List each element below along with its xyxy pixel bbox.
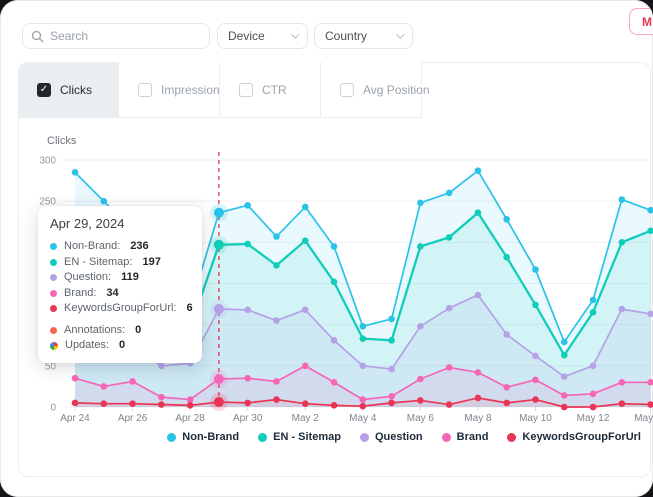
tooltip-row-label: Annotations: bbox=[64, 323, 125, 339]
legend-item-en-sitemap[interactable]: EN - Sitemap bbox=[258, 431, 341, 443]
tooltip-row: Question: 119 bbox=[50, 270, 190, 286]
tab-label: Impressions bbox=[161, 83, 226, 97]
search-box[interactable] bbox=[22, 23, 210, 49]
device-select[interactable]: Device bbox=[217, 23, 308, 49]
checkbox-checked-icon[interactable]: ✓ bbox=[37, 83, 51, 97]
tooltip-row-value: 6 bbox=[186, 301, 192, 317]
tooltip-row-label: Updates: bbox=[65, 338, 109, 354]
legend-label: KeywordsGroupForUrl bbox=[522, 431, 641, 443]
tooltip-row: EN - Sitemap: 197 bbox=[50, 255, 190, 271]
device-select-label: Device bbox=[228, 29, 265, 43]
tooltip-row-label: Non-Brand: bbox=[64, 239, 120, 255]
tab-ctr[interactable]: CTR bbox=[220, 62, 321, 118]
chevron-down-icon bbox=[291, 30, 299, 38]
series-dot-icon bbox=[50, 305, 57, 312]
tooltip-row-label: EN - Sitemap: bbox=[64, 255, 132, 271]
series-dot-icon bbox=[50, 243, 57, 250]
tooltip-row-label: Brand: bbox=[64, 286, 96, 302]
chart-title: Clicks bbox=[47, 135, 76, 147]
chart-tooltip: Apr 29, 2024 Non-Brand:236EN - Sitemap:1… bbox=[38, 206, 202, 363]
tooltip-row-value: 236 bbox=[130, 239, 148, 255]
legend-label: Brand bbox=[457, 431, 489, 443]
legend-item-non-brand[interactable]: Non-Brand bbox=[167, 431, 239, 443]
annotation-dot bbox=[50, 327, 57, 334]
checkbox-unchecked-icon[interactable] bbox=[340, 83, 354, 97]
legend-label: Question bbox=[375, 431, 423, 443]
legend-dot-icon bbox=[258, 433, 267, 442]
chevron-down-icon bbox=[396, 30, 404, 38]
tooltip-row-value: 197 bbox=[142, 255, 160, 271]
app-window: Device Country M ✓ Clicks Impressions CTR Av… bbox=[0, 0, 653, 497]
tooltip-row-value: 34 bbox=[106, 286, 118, 302]
tooltip-date: Apr 29, 2024 bbox=[50, 216, 190, 231]
tab-label: Avg Position bbox=[363, 83, 430, 97]
legend-item-brand[interactable]: Brand bbox=[442, 431, 489, 443]
tab-label: Clicks bbox=[60, 83, 92, 97]
legend-label: EN - Sitemap bbox=[273, 431, 341, 443]
tooltip-row: Annotations: 0 bbox=[50, 323, 190, 339]
checkbox-unchecked-icon[interactable] bbox=[239, 83, 253, 97]
tab-clicks[interactable]: ✓ Clicks bbox=[18, 62, 119, 118]
series-dot-icon bbox=[50, 290, 57, 297]
checkbox-unchecked-icon[interactable] bbox=[138, 83, 152, 97]
tooltip-row-value: 119 bbox=[121, 270, 139, 286]
country-select-label: Country bbox=[325, 29, 367, 43]
legend-dot-icon bbox=[167, 433, 176, 442]
tooltip-row: Updates: 0 bbox=[50, 338, 190, 354]
tooltip-row: Non-Brand: 236 bbox=[50, 239, 190, 255]
series-dot-icon bbox=[50, 274, 57, 281]
tooltip-row-value: 0 bbox=[135, 323, 141, 339]
tooltip-row-label: Question: bbox=[64, 270, 111, 286]
search-icon bbox=[31, 30, 44, 43]
tab-avg-position[interactable]: Avg Position bbox=[321, 62, 422, 118]
series-dot-icon bbox=[50, 259, 57, 266]
legend-item-question[interactable]: Question bbox=[360, 431, 423, 443]
legend-label: Non-Brand bbox=[182, 431, 239, 443]
search-input[interactable] bbox=[50, 29, 201, 43]
tooltip-row: KeywordsGroupForUrl: 6 bbox=[50, 301, 190, 317]
legend-dot-icon bbox=[442, 433, 451, 442]
legend-item-keywordsgroupforurl[interactable]: KeywordsGroupForUrl bbox=[507, 431, 641, 443]
chart-legend: Non-Brand EN - Sitemap Question Brand Keywor… bbox=[167, 431, 641, 443]
tooltip-row-value: 0 bbox=[119, 338, 125, 354]
country-select[interactable]: Country bbox=[314, 23, 413, 49]
google-updates-icon bbox=[50, 342, 58, 350]
tooltip-row: Brand: 34 bbox=[50, 286, 190, 302]
more-button[interactable]: M bbox=[629, 8, 653, 35]
legend-dot-icon bbox=[360, 433, 369, 442]
tooltip-row-label: KeywordsGroupForUrl: bbox=[64, 301, 176, 317]
legend-dot-icon bbox=[507, 433, 516, 442]
tab-impressions[interactable]: Impressions bbox=[119, 62, 220, 118]
tab-label: CTR bbox=[262, 83, 287, 97]
metric-tabs: ✓ Clicks Impressions CTR Avg Position bbox=[18, 62, 422, 118]
